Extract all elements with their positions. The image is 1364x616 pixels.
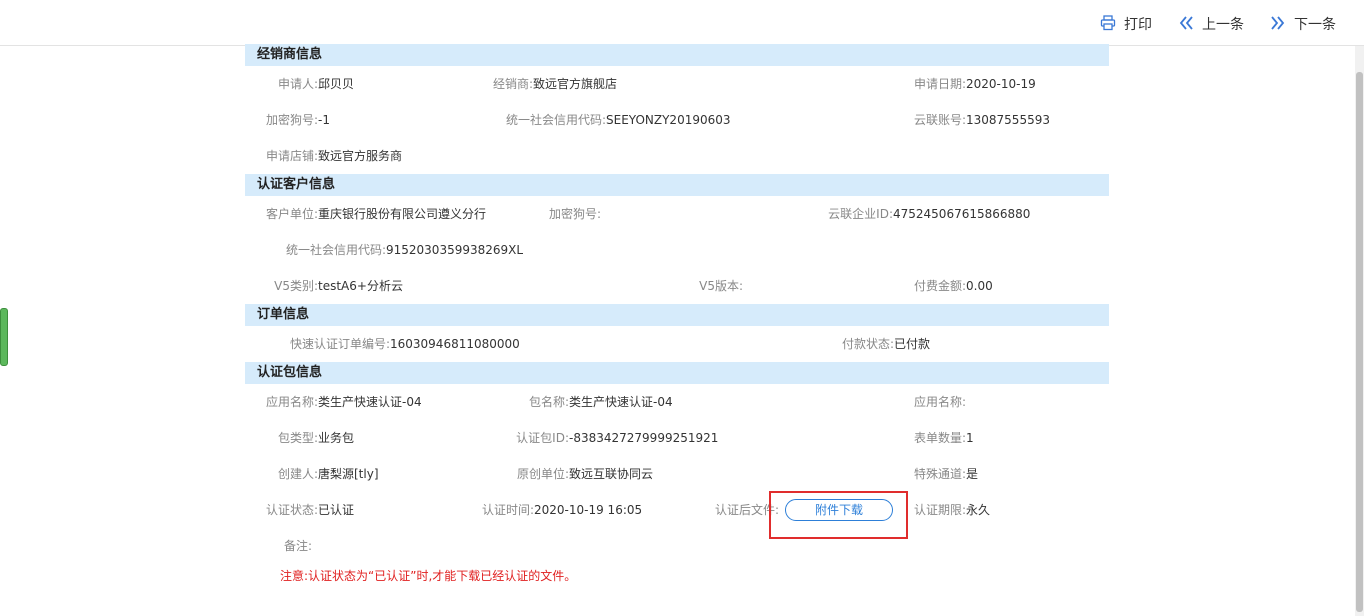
cert-time-value: 2020-10-19 16:05 xyxy=(534,503,643,517)
section-title-order: 订单信息 xyxy=(245,304,1109,326)
app-name-value: 类生产快速认证-04 xyxy=(318,395,422,409)
apply-date-value: 2020-10-19 xyxy=(966,77,1036,91)
cert-status-label: 认证状态: xyxy=(265,503,318,517)
customer-row-2: 统一社会信用代码:9152030359938269XL xyxy=(245,232,1109,268)
highlight-box xyxy=(769,491,908,539)
print-button[interactable]: 打印 xyxy=(1100,14,1152,34)
cloud-account-value: 13087555593 xyxy=(966,113,1050,127)
next-label: 下一条 xyxy=(1294,17,1336,33)
app-name-2-label: 应用名称: xyxy=(913,395,966,409)
cert-status-value: 已认证 xyxy=(318,503,355,517)
scrollbar-thumb[interactable] xyxy=(1356,72,1363,612)
form-count-label: 表单数量: xyxy=(913,431,966,445)
order-no-label: 快速认证订单编号: xyxy=(289,337,390,351)
customer-row-3: V5类别:testA6+分析云 V5版本: 付费金额:0.00 xyxy=(245,268,1109,304)
top-toolbar: 打印 上一条 下一条 xyxy=(0,0,1364,46)
toolbar-actions: 打印 上一条 下一条 xyxy=(1100,14,1336,34)
v5-type-value: testA6+分析云 xyxy=(318,279,403,293)
origin-unit-label: 原创单位: xyxy=(516,467,569,481)
customer-unit-label: 客户单位: xyxy=(265,207,318,221)
customer-credit-label: 统一社会信用代码: xyxy=(285,243,386,257)
apply-date-label: 申请日期: xyxy=(913,77,966,91)
notice-row: 注意:认证状态为“已认证”时,才能下载已经认证的文件。 xyxy=(245,564,1109,600)
detail-panel: 经销商信息 申请人:邱贝贝 经销商:致远官方旗舰店 申请日期:2020-10-1… xyxy=(245,44,1109,600)
dealer-label: 经销商: xyxy=(492,77,533,91)
enterprise-id-value: 475245067615866880 xyxy=(893,207,1031,221)
dealer-row-3: 申请店铺:致远官方服务商 xyxy=(245,138,1109,174)
printer-icon xyxy=(1100,14,1116,34)
order-no-value: 16030946811080000 xyxy=(390,337,520,351)
dealer-row-2: 加密狗号:-1 统一社会信用代码:SEEYONZY20190603 云联账号:1… xyxy=(245,102,1109,138)
next-button[interactable]: 下一条 xyxy=(1270,14,1336,34)
side-drag-handle[interactable] xyxy=(0,308,8,366)
store-value: 致远官方服务商 xyxy=(318,149,403,163)
cloud-account-label: 云联账号: xyxy=(913,113,966,127)
notice-text: 注意:认证状态为“已认证”时,才能下载已经认证的文件。 xyxy=(280,569,577,583)
pkg-id-label: 认证包ID: xyxy=(516,431,569,445)
dealer-value: 致远官方旗舰店 xyxy=(533,77,618,91)
cert-period-value: 永久 xyxy=(966,503,991,517)
order-row-1: 快速认证订单编号:16030946811080000 付款状态:已付款 xyxy=(245,326,1109,362)
package-row-3: 创建人:唐梨源[tly] 原创单位:致远互联协同云 特殊通道:是 xyxy=(245,456,1109,492)
prev-button[interactable]: 上一条 xyxy=(1178,14,1244,34)
fee-label: 付费金额: xyxy=(913,279,966,293)
customer-credit-value: 9152030359938269XL xyxy=(386,243,524,257)
customer-dongle-label: 加密狗号: xyxy=(548,207,601,221)
pkg-name-value: 类生产快速认证-04 xyxy=(569,395,673,409)
double-chevron-right-icon xyxy=(1270,15,1286,34)
customer-unit-value: 重庆银行股份有限公司遵义分行 xyxy=(318,207,487,221)
customer-row-1: 客户单位:重庆银行股份有限公司遵义分行 加密狗号: 云联企业ID:4752450… xyxy=(245,196,1109,232)
prev-label: 上一条 xyxy=(1202,17,1244,33)
dealer-row-1: 申请人:邱贝贝 经销商:致远官方旗舰店 申请日期:2020-10-19 xyxy=(245,66,1109,102)
applicant-value: 邱贝贝 xyxy=(318,77,355,91)
app-name-label: 应用名称: xyxy=(265,395,318,409)
package-row-1: 应用名称:类生产快速认证-04 包名称:类生产快速认证-04 应用名称: xyxy=(245,384,1109,420)
section-title-package: 认证包信息 xyxy=(245,362,1109,384)
creator-value: 唐梨源[tly] xyxy=(318,467,379,481)
store-label: 申请店铺: xyxy=(265,149,318,163)
package-row-4: 认证状态:已认证 认证时间:2020-10-19 16:05 认证后文件: 附件… xyxy=(245,492,1109,528)
cert-file-label: 认证后文件: xyxy=(714,503,779,517)
section-title-dealer: 经销商信息 xyxy=(245,44,1109,66)
double-chevron-left-icon xyxy=(1178,15,1194,34)
v5-version-label: V5版本: xyxy=(699,279,743,293)
dongle-label: 加密狗号: xyxy=(265,113,318,127)
pay-status-label: 付款状态: xyxy=(841,337,894,351)
applicant-label: 申请人: xyxy=(277,77,318,91)
credit-code-label: 统一社会信用代码: xyxy=(505,113,606,127)
special-channel-label: 特殊通道: xyxy=(913,467,966,481)
creator-label: 创建人: xyxy=(277,467,318,481)
print-label: 打印 xyxy=(1124,17,1152,33)
enterprise-id-label: 云联企业ID: xyxy=(828,207,893,221)
vertical-scrollbar[interactable] xyxy=(1355,46,1364,616)
cert-time-label: 认证时间: xyxy=(481,503,534,517)
credit-code-value: SEEYONZY20190603 xyxy=(606,113,731,127)
pkg-type-value: 业务包 xyxy=(318,431,355,445)
dongle-value: -1 xyxy=(318,113,330,127)
special-channel-value: 是 xyxy=(966,467,979,481)
section-title-customer: 认证客户信息 xyxy=(245,174,1109,196)
package-row-2: 包类型:业务包 认证包ID:-8383427279999251921 表单数量:… xyxy=(245,420,1109,456)
pay-status-value: 已付款 xyxy=(894,337,931,351)
pkg-type-label: 包类型: xyxy=(277,431,318,445)
form-count-value: 1 xyxy=(966,431,974,445)
pkg-name-label: 包名称: xyxy=(528,395,569,409)
v5-type-label: V5类别: xyxy=(274,279,318,293)
fee-value: 0.00 xyxy=(966,279,993,293)
origin-unit-value: 致远互联协同云 xyxy=(569,467,654,481)
pkg-id-value: -8383427279999251921 xyxy=(569,431,719,445)
